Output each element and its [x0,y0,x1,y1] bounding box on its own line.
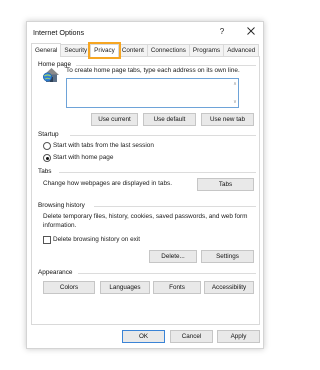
delete-history-on-exit-checkbox[interactable] [43,236,51,244]
browsing-history-description: Delete temporary files, history, cookies… [43,213,248,229]
ok-button[interactable]: OK [122,330,165,343]
fonts-button[interactable]: Fonts [153,281,201,294]
internet-options-dialog: Internet Options ? General Security Priv… [26,21,264,349]
scroll-down-icon[interactable]: ∨ [232,99,238,105]
history-settings-button[interactable]: Settings [201,250,254,263]
delete-history-button[interactable]: Delete... [149,250,197,263]
accessibility-button[interactable]: Accessibility [204,281,254,294]
use-new-tab-button[interactable]: Use new tab [201,113,254,126]
close-button[interactable] [243,25,259,38]
use-current-button[interactable]: Use current [91,113,138,126]
startup-divider [70,135,256,136]
startup-last-session-label[interactable]: Start with tabs from the last session [53,142,154,149]
window-title: Internet Options [33,28,85,37]
help-button[interactable]: ? [215,25,229,38]
tabs-section-divider [59,172,256,173]
address-scrollbar[interactable]: ∧ ∨ [232,79,238,107]
tabs-settings-button[interactable]: Tabs [197,178,254,191]
appearance-header: Appearance [38,269,73,276]
close-icon [247,27,255,35]
browsing-history-header: Browsing history [38,202,85,209]
home-page-address-input[interactable] [66,78,239,108]
scroll-up-icon[interactable]: ∧ [232,81,238,87]
title-bar[interactable]: Internet Options ? [27,22,263,40]
languages-button[interactable]: Languages [100,281,150,294]
startup-header: Startup [38,131,59,138]
home-page-globe-icon [43,68,59,82]
tab-general[interactable]: General [31,43,62,57]
general-tab-panel: Home page To create home page tabs, type… [31,56,260,325]
tabs-section-description: Change how webpages are displayed in tab… [43,180,172,187]
home-page-divider [76,65,256,66]
cancel-button[interactable]: Cancel [170,330,213,343]
browsing-history-divider [94,206,256,207]
home-page-description: To create home page tabs, type each addr… [66,67,240,74]
startup-home-page-radio[interactable] [43,154,51,162]
colors-button[interactable]: Colors [43,281,95,294]
startup-home-page-label[interactable]: Start with home page [53,154,113,161]
delete-history-on-exit-label[interactable]: Delete browsing history on exit [53,236,140,243]
tab-privacy[interactable]: Privacy [88,42,121,59]
apply-button[interactable]: Apply [217,330,260,343]
use-default-button[interactable]: Use default [143,113,196,126]
startup-last-session-radio[interactable] [43,142,51,150]
appearance-divider [78,273,256,274]
tabs-section-header: Tabs [38,168,52,175]
